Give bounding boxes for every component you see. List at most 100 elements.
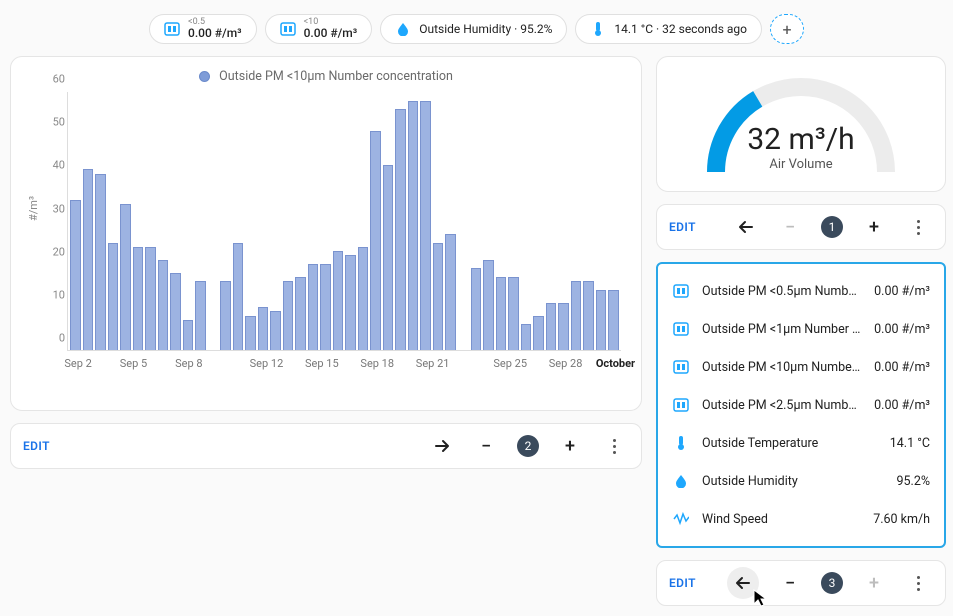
arrow-left-icon[interactable] [727, 567, 759, 599]
gauge-pager: EDIT − 1 + [656, 204, 946, 250]
minus-button[interactable]: − [473, 433, 499, 459]
pm-icon [280, 21, 296, 37]
plus-button[interactable]: + [557, 433, 583, 459]
chip-pm10[interactable]: <10 0.00 #/m³ [265, 14, 373, 44]
x-tick: October [596, 357, 635, 370]
sensor-name: Outside PM <2.5µm Number co… [702, 398, 862, 413]
chart-bar[interactable] [558, 303, 569, 350]
chart-bar[interactable] [220, 281, 231, 350]
chart-bar[interactable] [420, 101, 431, 350]
chip-temp[interactable]: 14.1 °C · 32 seconds ago [575, 14, 762, 44]
sensor-row[interactable]: Outside Temperature14.1 °C [672, 424, 930, 462]
chart-bar[interactable] [383, 165, 394, 350]
plus-button[interactable]: + [861, 214, 887, 240]
y-tick: 50 [53, 116, 65, 129]
sensor-name: Wind Speed [702, 512, 861, 527]
x-tick: Sep 21 [416, 357, 450, 370]
chart-bar[interactable] [583, 281, 594, 350]
y-axis: 0102030405060 [37, 92, 65, 351]
humidity-icon [672, 474, 690, 488]
chart-bar[interactable] [258, 307, 269, 350]
chart-bar[interactable] [483, 260, 494, 350]
chart-bar[interactable] [308, 264, 319, 350]
chart-bar[interactable] [83, 169, 94, 350]
edit-button[interactable]: EDIT [669, 220, 696, 234]
chart-bar[interactable] [295, 277, 306, 350]
x-tick: Sep 12 [250, 357, 284, 370]
chart-bar[interactable] [95, 174, 106, 350]
chart-bar[interactable] [533, 316, 544, 350]
vertical-dots-icon [613, 439, 616, 454]
chart-bar[interactable] [445, 234, 456, 350]
chart-bar[interactable] [195, 281, 206, 350]
chart-bar[interactable] [183, 320, 194, 350]
page-badge: 3 [821, 572, 843, 594]
page-badge: 2 [517, 435, 539, 457]
chart-bar[interactable] [70, 200, 81, 351]
y-tick: 10 [53, 288, 65, 301]
chip-pm05[interactable]: <0.5 0.00 #/m³ [149, 14, 257, 44]
wind-icon [672, 512, 690, 526]
chart-bar[interactable] [471, 268, 482, 350]
sensor-value: 0.00 #/m³ [874, 322, 930, 337]
chart-bar[interactable] [270, 311, 281, 350]
chart-bar[interactable] [395, 109, 406, 350]
humidity-icon [395, 21, 411, 37]
chart-bar[interactable] [170, 273, 181, 350]
sensor-row[interactable]: Outside Humidity95.2% [672, 462, 930, 500]
chart-bar[interactable] [320, 264, 331, 350]
edit-button[interactable]: EDIT [23, 439, 50, 453]
chart-bar[interactable] [496, 277, 507, 350]
menu-button[interactable] [905, 214, 931, 240]
sensor-row[interactable]: Outside PM <2.5µm Number co…0.00 #/m³ [672, 386, 930, 424]
gauge-value: 32 m³/h [696, 122, 906, 157]
edit-button[interactable]: EDIT [669, 576, 696, 590]
y-tick: 20 [53, 245, 65, 258]
chart-bar[interactable] [433, 243, 444, 351]
chart-bar[interactable] [608, 290, 619, 350]
menu-button[interactable] [905, 570, 931, 596]
menu-button[interactable] [601, 433, 627, 459]
sensor-row[interactable]: Outside PM <0.5µm Number co…0.00 #/m³ [672, 272, 930, 310]
minus-button[interactable]: − [777, 570, 803, 596]
add-chip-button[interactable]: + [770, 14, 804, 44]
chart-bar[interactable] [283, 281, 294, 350]
chart-pager: EDIT − 2 + [10, 423, 642, 469]
sensor-row[interactable]: Outside PM <1µm Number conc…0.00 #/m³ [672, 310, 930, 348]
chart-bar[interactable] [158, 260, 169, 350]
chart-bar[interactable] [521, 324, 532, 350]
chart-bar[interactable] [571, 281, 582, 350]
plus-button[interactable]: + [861, 570, 887, 596]
x-tick: Sep 8 [175, 357, 202, 370]
arrow-right-icon[interactable] [429, 433, 455, 459]
chart-bar[interactable] [370, 131, 381, 350]
chart-bar[interactable] [408, 101, 419, 350]
chart-bar[interactable] [108, 243, 119, 351]
x-tick: Sep 18 [360, 357, 394, 370]
pm-icon [672, 283, 690, 299]
chart-bar[interactable] [333, 251, 344, 350]
chart-legend: Outside PM <10µm Number concentration [27, 69, 625, 84]
chart-bar[interactable] [345, 255, 356, 350]
x-tick: Sep 2 [64, 357, 91, 370]
chart-plot-area[interactable]: #/m³ 0102030405060 Sep 2Sep 5Sep 8Sep 12… [67, 92, 625, 377]
sensor-row[interactable]: Outside PM <10µm Number con…0.00 #/m³ [672, 348, 930, 386]
chart-bar[interactable] [120, 204, 131, 350]
chart-bar[interactable] [245, 316, 256, 350]
chart-bar[interactable] [546, 303, 557, 350]
chart-bar[interactable] [358, 247, 369, 350]
chart-bar[interactable] [233, 243, 244, 351]
temp-icon [672, 435, 690, 451]
y-tick: 60 [53, 73, 65, 86]
chart-bar[interactable] [145, 247, 156, 350]
arrow-left-icon[interactable] [733, 214, 759, 240]
y-tick: 30 [53, 202, 65, 215]
sensor-row[interactable]: Wind Speed7.60 km/h [672, 500, 930, 538]
chip-humidity[interactable]: Outside Humidity · 95.2% [380, 14, 567, 44]
sensor-name: Outside PM <10µm Number con… [702, 360, 862, 375]
list-pager: EDIT − 3 + [656, 560, 946, 606]
chart-bar[interactable] [596, 290, 607, 350]
chart-bar[interactable] [133, 247, 144, 350]
chart-bar[interactable] [508, 277, 519, 350]
minus-button[interactable]: − [777, 214, 803, 240]
